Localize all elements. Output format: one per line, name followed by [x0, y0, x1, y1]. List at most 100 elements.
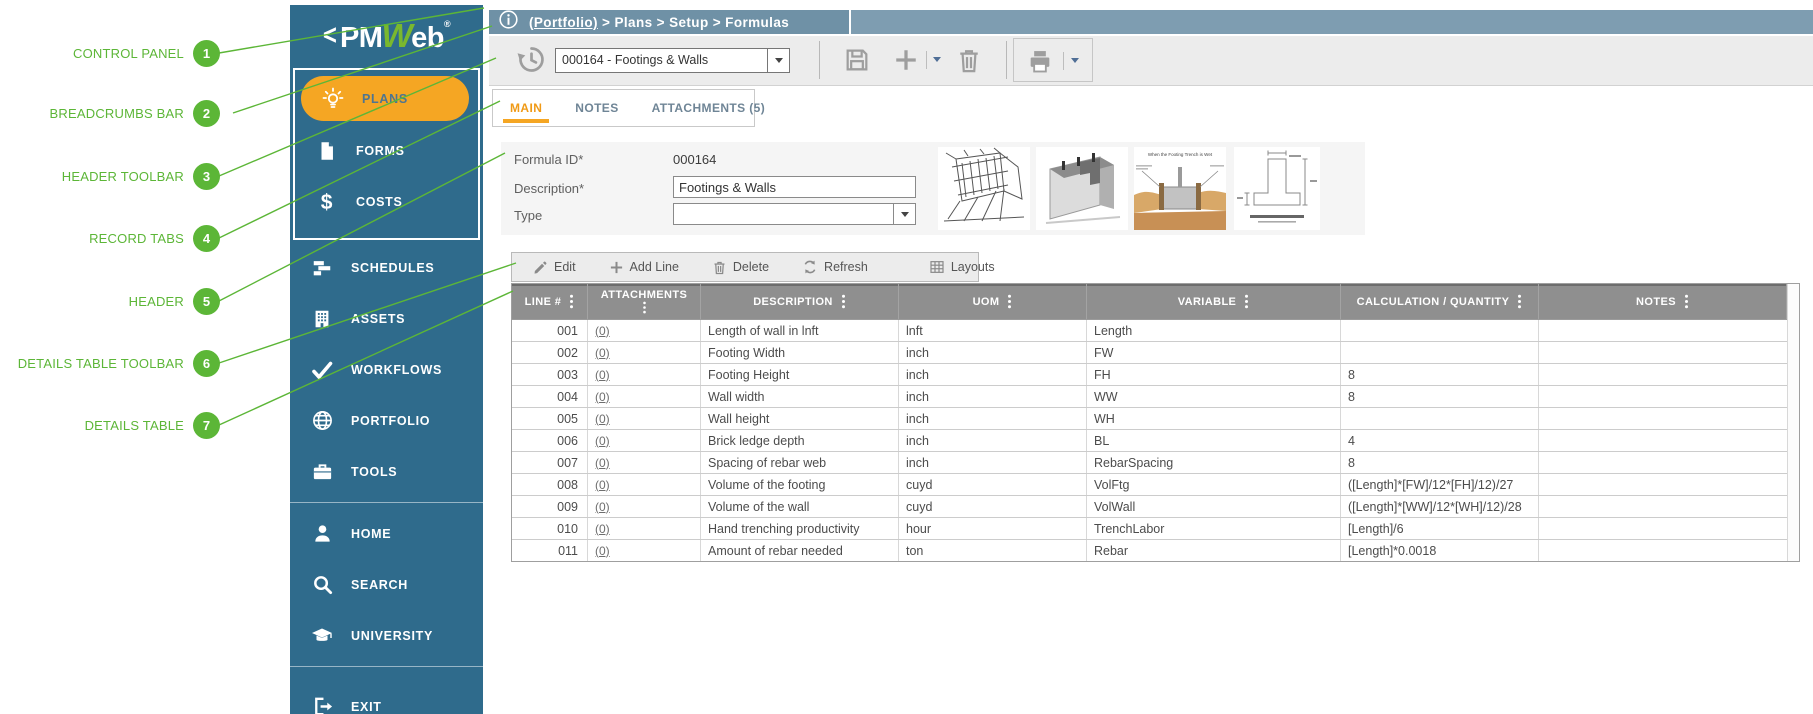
tab-notes[interactable]: NOTES [575, 90, 618, 126]
variable-cell: TrenchLabor [1087, 518, 1341, 539]
uom-cell: inch [899, 408, 1087, 429]
attachments-link[interactable]: (0) [595, 456, 610, 470]
attachments-link[interactable]: (0) [595, 368, 610, 382]
add-record-dropdown-icon[interactable] [933, 57, 941, 62]
sidebar-item-portfolio[interactable]: PORTFOLIO [290, 395, 483, 446]
footing-trench-image: When the Footing Trench is Wet [1134, 147, 1226, 230]
column-menu-icon[interactable] [1684, 294, 1689, 309]
breadcrumb-portfolio-link[interactable]: (Portfolio) [529, 15, 598, 30]
table-row[interactable]: 002 (0) Footing Width inch FW [512, 342, 1787, 364]
variable-cell: VolFtg [1087, 474, 1341, 495]
formula-id-label: Formula ID* [514, 152, 583, 167]
sidebar-control-panel: < PMWeb® PLANS FORMS $ COSTS [290, 5, 483, 714]
attachments-link[interactable]: (0) [595, 346, 610, 360]
table-scrollbar-track[interactable] [1787, 284, 1799, 561]
breadcrumbs-bar: (Portfolio) > Plans > Setup > Formulas [489, 10, 1813, 34]
sidebar-item-exit[interactable]: EXIT [290, 681, 483, 714]
sidebar-item-costs[interactable]: $ COSTS [295, 176, 478, 227]
table-row[interactable]: 005 (0) Wall height inch WH [512, 408, 1787, 430]
uom-cell: cuyd [899, 474, 1087, 495]
print-dropdown-icon[interactable] [1071, 58, 1079, 63]
annotation-control-panel: CONTROL PANEL 1 [0, 39, 220, 67]
line-number-cell: 010 [512, 518, 588, 539]
description-cell: Hand trenching productivity [701, 518, 899, 539]
breadcrumb-trail: > Plans > Setup > Formulas [602, 15, 789, 30]
attachments-link[interactable]: (0) [595, 500, 610, 514]
history-undo-icon[interactable] [516, 44, 547, 80]
attachments-link[interactable]: (0) [595, 434, 610, 448]
sidebar-item-assets[interactable]: ASSETS [290, 293, 483, 344]
record-selector[interactable]: 000164 - Footings & Walls [555, 48, 790, 73]
column-menu-icon[interactable] [569, 294, 574, 309]
table-row[interactable]: 008 (0) Volume of the footing cuyd VolFt… [512, 474, 1787, 496]
sidebar-item-university[interactable]: UNIVERSITY [290, 610, 483, 661]
layouts-button[interactable]: Layouts [929, 259, 995, 275]
notes-cell [1539, 364, 1787, 385]
attachments-link[interactable]: (0) [595, 544, 610, 558]
uom-cell: cuyd [899, 496, 1087, 517]
dollar-icon: $ [314, 189, 340, 215]
svg-text:$: $ [321, 191, 333, 214]
column-header-calculation[interactable]: CALCULATION / QUANTITY [1341, 284, 1539, 319]
column-menu-icon[interactable] [1007, 294, 1012, 309]
description-field[interactable] [673, 176, 916, 198]
add-record-button[interactable] [893, 47, 919, 78]
delete-line-button[interactable]: Delete [712, 260, 769, 275]
table-row[interactable]: 006 (0) Brick ledge depth inch BL 4 [512, 430, 1787, 452]
edit-button[interactable]: Edit [533, 260, 576, 275]
chevron-down-icon [901, 212, 909, 217]
line-number-cell: 006 [512, 430, 588, 451]
table-row[interactable]: 004 (0) Wall width inch WW 8 [512, 386, 1787, 408]
sidebar-item-schedules[interactable]: SCHEDULES [290, 242, 483, 293]
column-header-description[interactable]: DESCRIPTION [701, 284, 899, 319]
calculation-cell: [Length]/6 [1341, 518, 1539, 539]
line-number-cell: 005 [512, 408, 588, 429]
column-header-variable[interactable]: VARIABLE [1087, 284, 1341, 319]
info-icon[interactable] [498, 9, 519, 35]
add-line-button[interactable]: Add Line [609, 260, 679, 275]
sidebar-item-tools[interactable]: TOOLS [290, 446, 483, 497]
delete-record-button[interactable] [955, 46, 983, 79]
notes-cell [1539, 430, 1787, 451]
calculation-cell [1341, 342, 1539, 363]
logout-icon [309, 694, 335, 714]
tab-attachments[interactable]: ATTACHMENTS (5) [652, 90, 766, 126]
type-select[interactable] [673, 203, 916, 225]
table-row[interactable]: 011 (0) Amount of rebar needed ton Rebar… [512, 540, 1787, 561]
save-button[interactable] [843, 46, 871, 79]
notes-cell [1539, 452, 1787, 473]
attachments-link[interactable]: (0) [595, 478, 610, 492]
column-header-uom[interactable]: UOM [899, 284, 1087, 319]
sidebar-item-workflows[interactable]: WORKFLOWS [290, 344, 483, 395]
attachments-link[interactable]: (0) [595, 412, 610, 426]
column-header-attachments[interactable]: ATTACHMENTS [588, 284, 701, 319]
notes-cell [1539, 496, 1787, 517]
column-menu-icon[interactable] [1517, 294, 1522, 309]
attachments-link[interactable]: (0) [595, 522, 610, 536]
attachments-link[interactable]: (0) [595, 390, 610, 404]
sidebar-item-search[interactable]: SEARCH [290, 559, 483, 610]
table-row[interactable]: 009 (0) Volume of the wall cuyd VolWall … [512, 496, 1787, 518]
table-row[interactable]: 001 (0) Length of wall in lnft lnft Leng… [512, 320, 1787, 342]
column-menu-icon[interactable] [642, 301, 647, 314]
variable-cell: WH [1087, 408, 1341, 429]
column-header-notes[interactable]: NOTES [1539, 284, 1787, 319]
uom-cell: inch [899, 452, 1087, 473]
attachments-link[interactable]: (0) [595, 324, 610, 338]
sidebar-item-plans[interactable]: PLANS [301, 76, 469, 121]
record-selector-dropdown-button[interactable] [767, 49, 789, 72]
print-button[interactable] [1026, 47, 1054, 80]
type-select-dropdown-button[interactable] [894, 203, 916, 225]
checkmark-icon [309, 357, 335, 383]
sidebar-item-home[interactable]: HOME [290, 508, 483, 559]
table-row[interactable]: 003 (0) Footing Height inch FH 8 [512, 364, 1787, 386]
tab-main[interactable]: MAIN [510, 90, 542, 126]
collapse-sidebar-icon[interactable]: < [323, 19, 337, 53]
sidebar-item-forms[interactable]: FORMS [295, 125, 478, 176]
column-menu-icon[interactable] [1244, 294, 1249, 309]
table-row[interactable]: 007 (0) Spacing of rebar web inch RebarS… [512, 452, 1787, 474]
column-header-line[interactable]: LINE # [512, 284, 588, 319]
column-menu-icon[interactable] [841, 294, 846, 309]
refresh-button[interactable]: Refresh [802, 259, 868, 275]
table-row[interactable]: 010 (0) Hand trenching productivity hour… [512, 518, 1787, 540]
